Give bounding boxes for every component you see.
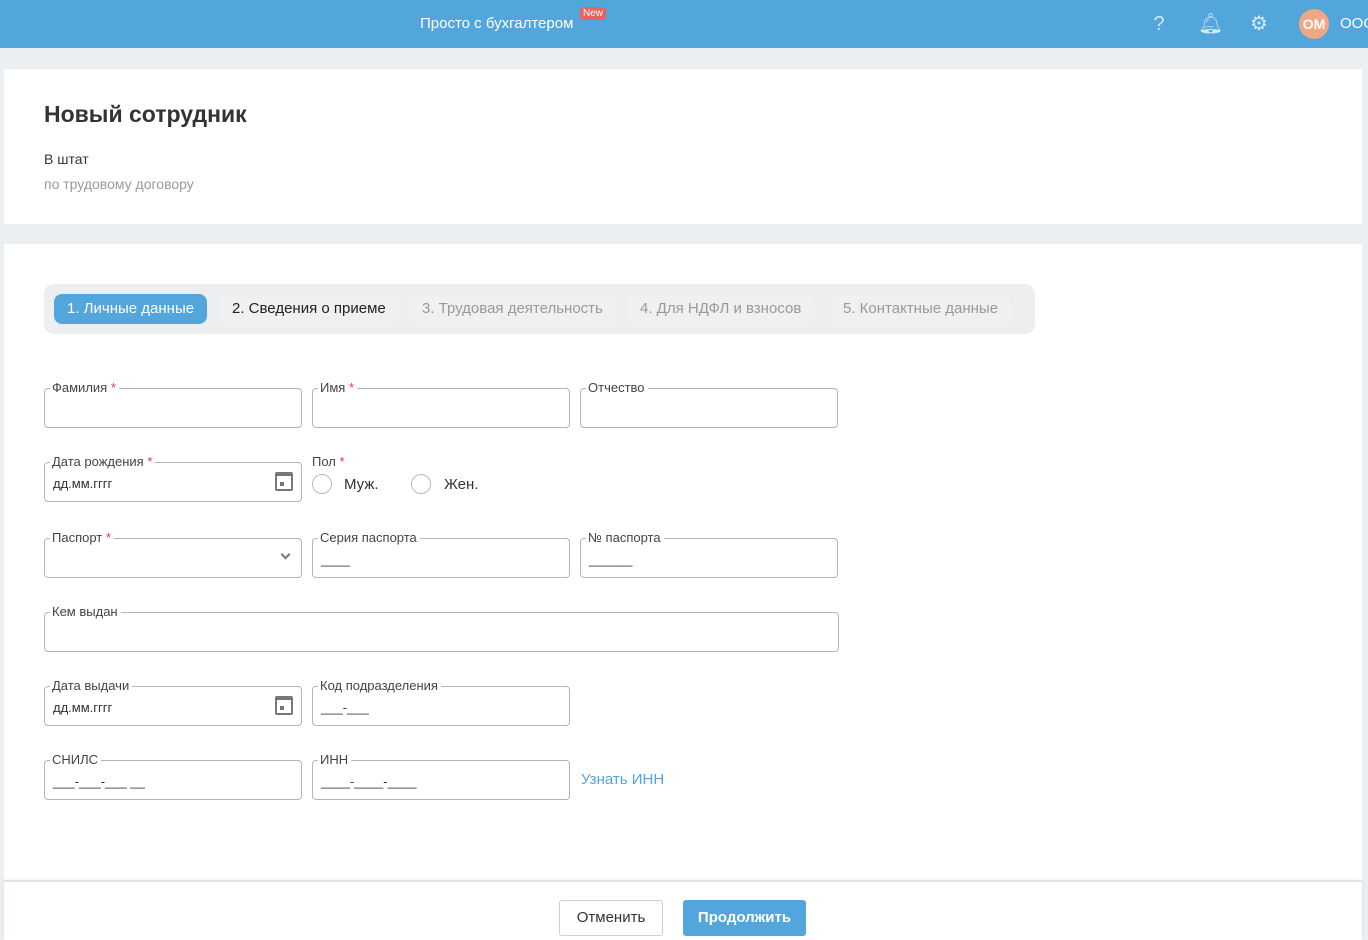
gender-label: Пол * — [312, 454, 345, 469]
birth-date-field[interactable]: Дата рождения * дд.мм.гггг — [44, 454, 302, 502]
issued-by-field[interactable]: Кем выдан — [44, 604, 839, 652]
title-card: Новый сотрудник В штат по трудовому дого… — [4, 69, 1362, 224]
calendar-icon[interactable] — [275, 472, 293, 491]
new-badge: New — [580, 7, 607, 20]
bell-icon[interactable]: 🔔︎ — [1198, 13, 1223, 35]
dept-code-field[interactable]: Код подразделения ___-___ — [312, 678, 570, 726]
tab-hiring[interactable]: 2. Сведения о приеме — [219, 294, 399, 324]
brand-link[interactable]: Просто с бухгалтером — [420, 15, 573, 32]
passport-number-field[interactable]: № паспорта ______ — [580, 530, 838, 578]
cancel-button[interactable]: Отменить — [559, 900, 663, 936]
inn-field[interactable]: ИНН ____-____-____ — [312, 752, 570, 800]
issue-date-field[interactable]: Дата выдачи дд.мм.гггг — [44, 678, 302, 726]
male-label[interactable]: Муж. — [344, 476, 379, 493]
help-icon[interactable]: ? — [1148, 13, 1170, 35]
tab-contacts[interactable]: 5. Контактные данные — [830, 294, 1012, 324]
first-name-field[interactable]: Имя * — [312, 380, 570, 428]
continue-button[interactable]: Продолжить — [683, 900, 806, 936]
step-tabs: 1. Личные данные 2. Сведения о приеме 3.… — [44, 284, 1035, 334]
female-radio[interactable] — [411, 474, 431, 494]
female-label[interactable]: Жен. — [444, 476, 478, 493]
tab-ndfl[interactable]: 4. Для НДФЛ и взносов — [627, 294, 815, 324]
male-radio[interactable] — [312, 474, 332, 494]
org-name[interactable]: ООО — [1340, 15, 1368, 32]
footer-bar: Отменить Продолжить — [4, 882, 1362, 940]
middle-name-field[interactable]: Отчество — [580, 380, 838, 428]
tab-personal[interactable]: 1. Личные данные — [54, 294, 208, 324]
chevron-down-icon — [280, 549, 291, 560]
top-bar: Просто с бухгалтером New ? 🔔︎ ⚙ ОМ ООО — [0, 0, 1368, 48]
find-inn-link[interactable]: Узнать ИНН — [581, 771, 664, 788]
avatar[interactable]: ОМ — [1299, 9, 1329, 39]
contract-type: по трудовому договору — [44, 176, 194, 192]
passport-select[interactable]: Паспорт * — [44, 530, 302, 578]
employment-type: В штат — [44, 151, 89, 167]
passport-series-field[interactable]: Серия паспорта ____ — [312, 530, 570, 578]
snils-field[interactable]: СНИЛС ___-___-___ __ — [44, 752, 302, 800]
page-title: Новый сотрудник — [44, 101, 247, 127]
gear-icon[interactable]: ⚙ — [1248, 13, 1270, 35]
tab-work[interactable]: 3. Трудовая деятельность — [409, 294, 616, 324]
calendar-icon[interactable] — [275, 696, 293, 715]
last-name-field[interactable]: Фамилия * — [44, 380, 302, 428]
